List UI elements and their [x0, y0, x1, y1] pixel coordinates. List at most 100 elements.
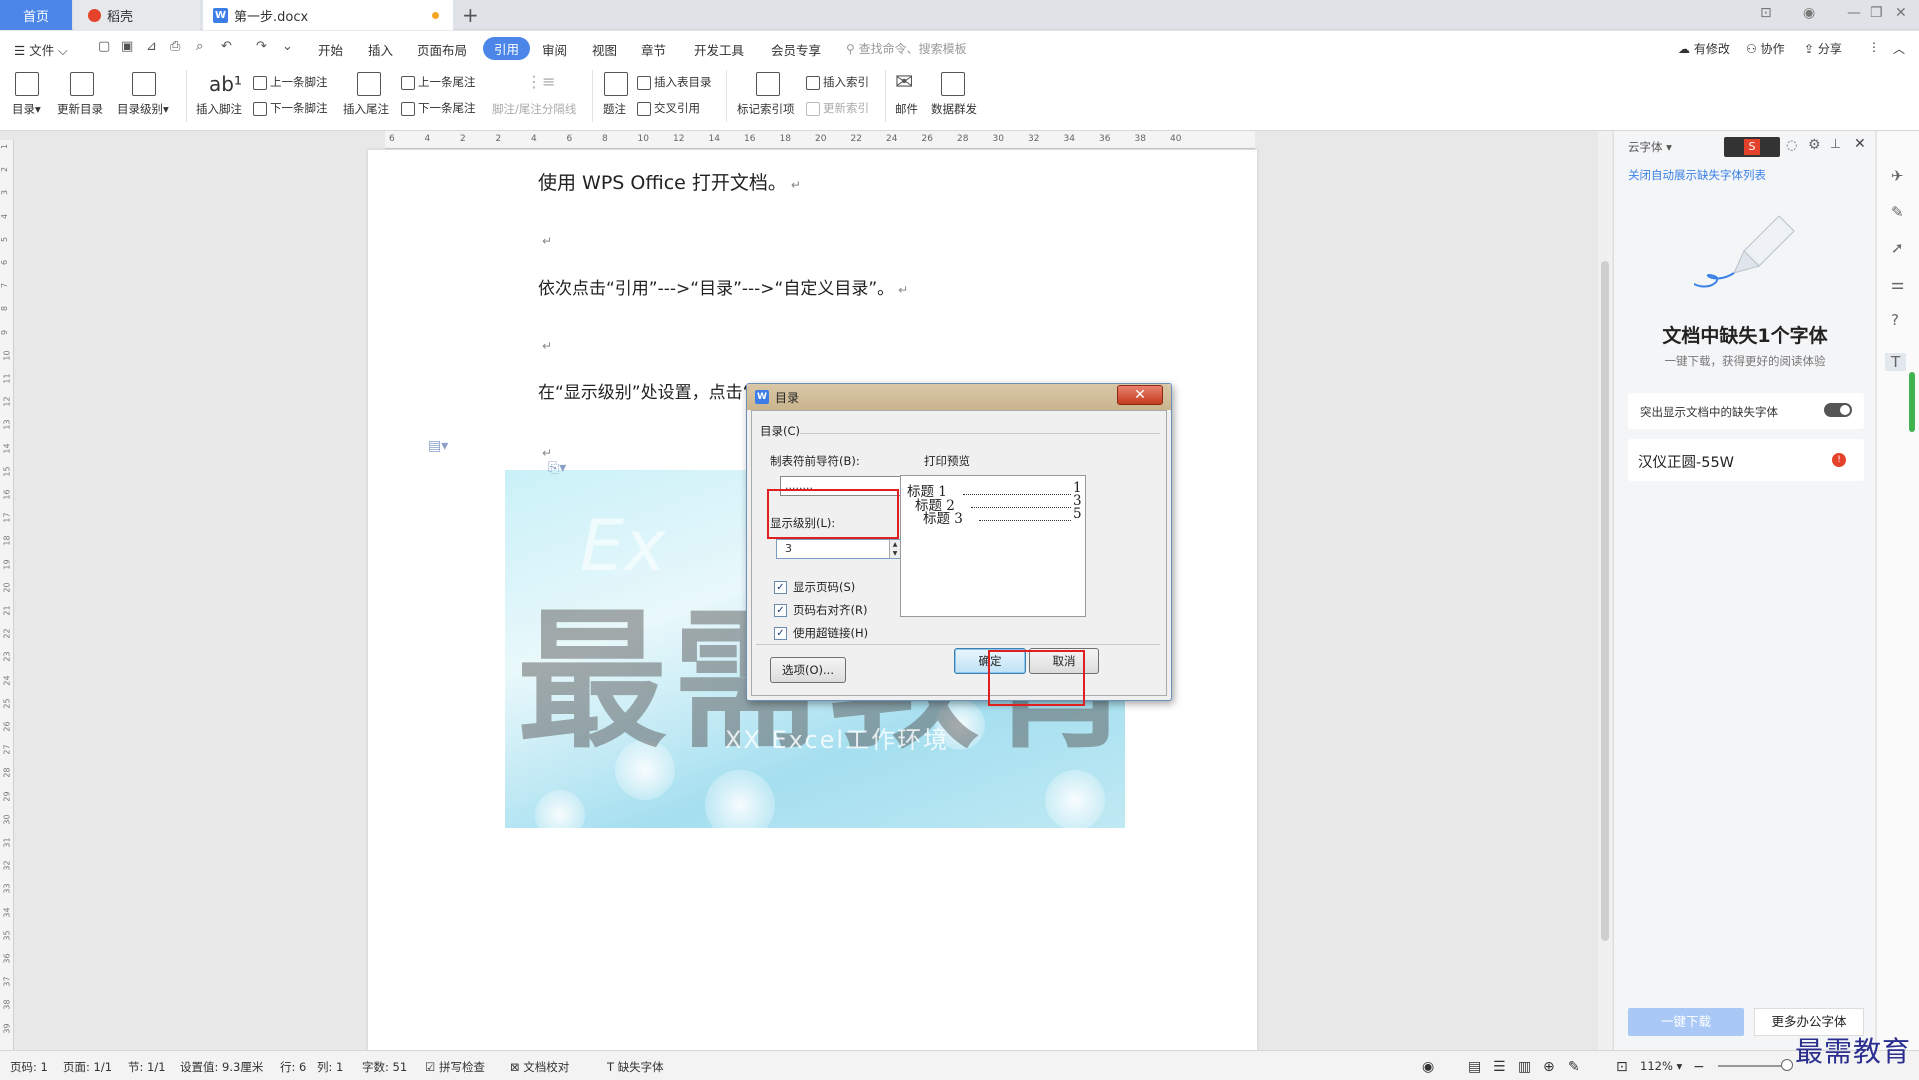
page-view-icon[interactable]: ▤	[1468, 1059, 1481, 1075]
insert-table-toc-button[interactable]: 插入表目录	[637, 74, 712, 90]
menu-developer[interactable]: 开发工具	[694, 40, 744, 59]
mail-merge-button[interactable]: 数据群发	[931, 101, 977, 117]
fit-page-icon[interactable]: ⊡	[1616, 1059, 1628, 1075]
scrollbar-thumb[interactable]	[1601, 261, 1609, 941]
outline-view-icon[interactable]: ☰	[1493, 1059, 1506, 1075]
toc-level-button[interactable]: 目录级别▾	[117, 101, 169, 117]
tab-document[interactable]: W 第一步.docx	[203, 0, 453, 30]
level-spinner[interactable]: 3 ▲ ▼	[776, 539, 901, 559]
file-menu[interactable]: ☰ 文件 ⌵	[14, 40, 68, 59]
prev-footnote-button[interactable]: 上一条脚注	[253, 74, 328, 90]
zoom-out-icon[interactable]: −	[1693, 1059, 1705, 1075]
empty-paragraph[interactable]: ↵	[538, 440, 552, 462]
tab-home[interactable]: 首页	[0, 0, 72, 30]
show-page-checkbox[interactable]: ✓ 显示页码(S)	[774, 579, 855, 595]
chat-icon[interactable]: ◌	[1786, 138, 1797, 153]
avatar[interactable]: ◉	[1803, 5, 1815, 21]
share-button[interactable]: ⇪ 分享	[1804, 40, 1842, 57]
prev-endnote-button[interactable]: 上一条尾注	[401, 74, 476, 90]
more-quick-icon[interactable]: ⌄	[282, 39, 293, 54]
hyperlink-checkbox[interactable]: ✓ 使用超链接(H)	[774, 625, 868, 641]
update-toc-button[interactable]: 更新目录	[57, 101, 103, 117]
insert-footnote-button[interactable]: 插入脚注	[196, 101, 242, 117]
rocket-icon[interactable]: ✈	[1891, 167, 1904, 185]
spinner-arrows-icon[interactable]: ▲ ▼	[889, 540, 900, 558]
caption-icon[interactable]	[604, 72, 628, 96]
close-window-icon[interactable]: ✕	[1895, 5, 1907, 21]
status-words[interactable]: 字数: 51	[362, 1059, 407, 1075]
paste-options-icon[interactable]: ⎘▾	[548, 460, 566, 476]
command-search[interactable]: ⚲ 查找命令、搜索模板	[846, 40, 967, 57]
mark-index-button[interactable]: 标记索引项	[737, 101, 795, 117]
new-tab-icon[interactable]: +	[462, 3, 479, 27]
print-icon[interactable]: ⎙	[170, 39, 180, 54]
menu-review[interactable]: 审阅	[542, 40, 567, 59]
collapse-ribbon-icon[interactable]: ︿	[1893, 40, 1905, 57]
doc-paragraph-1[interactable]: 使用 WPS Office 打开文档。 ↵	[538, 168, 801, 195]
toc-icon[interactable]	[15, 72, 39, 96]
next-endnote-button[interactable]: 下一条尾注	[401, 100, 476, 116]
format-painter-icon[interactable]: ⊿	[146, 39, 157, 54]
collab-button[interactable]: ⚇ 协作	[1746, 40, 1785, 57]
dialog-titlebar[interactable]: W 目录 ✕	[747, 384, 1171, 410]
zoom-slider[interactable]	[1718, 1065, 1788, 1067]
insert-endnote-button[interactable]: 插入尾注	[343, 101, 389, 117]
restore-icon[interactable]: ❐	[1870, 5, 1883, 21]
close-auto-show-link[interactable]: 关闭自动展示缺失字体列表	[1628, 167, 1766, 183]
menu-references[interactable]: 引用	[483, 37, 531, 60]
menu-start[interactable]: 开始	[318, 40, 343, 59]
toc-button[interactable]: 目录▾	[12, 101, 41, 117]
layout-icon[interactable]: ⊡	[1760, 5, 1772, 21]
toc-level-icon[interactable]	[132, 72, 156, 96]
changes-button[interactable]: ☁ 有修改	[1678, 40, 1730, 57]
write-view-icon[interactable]: ✎	[1568, 1059, 1580, 1075]
paragraph-options-icon[interactable]: ▤▾	[428, 438, 448, 454]
print-preview-icon[interactable]: ⌕	[196, 39, 203, 54]
pen-icon[interactable]: ✎	[1891, 203, 1904, 221]
reading-view-icon[interactable]: ▥	[1518, 1059, 1531, 1075]
caption-button[interactable]: 题注	[603, 101, 626, 117]
eye-icon[interactable]: ◉	[1422, 1059, 1434, 1075]
undo-icon[interactable]: ↶	[221, 39, 232, 54]
font-icon[interactable]: T	[1885, 353, 1907, 371]
empty-paragraph[interactable]: ↵	[538, 228, 552, 250]
mail-icon[interactable]: ✉	[895, 70, 913, 95]
right-align-checkbox[interactable]: ✓ 页码右对齐(R)	[774, 602, 867, 618]
document-scrollbar[interactable]	[1598, 131, 1612, 1050]
help-icon[interactable]: ?	[1891, 311, 1899, 329]
menu-layout[interactable]: 页面布局	[417, 40, 467, 59]
save-icon[interactable]: ▣	[121, 39, 133, 54]
cross-ref-button[interactable]: 交叉引用	[637, 100, 700, 116]
cursor-icon[interactable]: ➚	[1891, 239, 1904, 257]
sliders-icon[interactable]: ⚌	[1891, 275, 1904, 293]
endnote-icon[interactable]	[357, 72, 381, 96]
mail-button[interactable]: 邮件	[895, 101, 918, 117]
proof-button[interactable]: ⊠ 文档校对	[510, 1059, 569, 1075]
zoom-slider-knob[interactable]	[1781, 1059, 1793, 1071]
gear-icon[interactable]: ⚙	[1808, 137, 1821, 153]
footnote-icon[interactable]: ab¹	[209, 72, 242, 96]
redo-icon[interactable]: ↷	[256, 39, 267, 54]
insert-index-button[interactable]: 插入索引	[806, 74, 869, 90]
menu-member[interactable]: 会员专享	[771, 40, 821, 59]
pin-icon[interactable]: ⊥	[1830, 137, 1841, 152]
spell-check-button[interactable]: ☑ 拼写检查	[425, 1059, 485, 1075]
missing-font-button[interactable]: T 缺失字体	[607, 1059, 664, 1075]
new-doc-icon[interactable]: ▢	[98, 39, 110, 54]
download-all-button[interactable]: 一键下载	[1628, 1008, 1744, 1036]
dialog-close-button[interactable]: ✕	[1117, 385, 1163, 405]
tab-daoke[interactable]: 稻壳	[74, 0, 200, 30]
options-button[interactable]: 选项(O)...	[770, 657, 846, 683]
highlight-missing-toggle[interactable]	[1824, 403, 1852, 417]
mail-merge-icon[interactable]	[941, 72, 965, 96]
more-menu-icon[interactable]: ⋮	[1868, 40, 1880, 54]
minimize-icon[interactable]: —	[1847, 5, 1861, 21]
ime-toolbar[interactable]: S	[1724, 137, 1780, 157]
menu-section[interactable]: 章节	[641, 40, 666, 59]
cloud-font-dropdown[interactable]: 云字体 ▾	[1628, 139, 1672, 155]
update-toc-icon[interactable]	[70, 72, 94, 96]
menu-view[interactable]: 视图	[592, 40, 617, 59]
next-footnote-button[interactable]: 下一条脚注	[253, 100, 328, 116]
web-view-icon[interactable]: ⊕	[1543, 1059, 1555, 1075]
close-panel-icon[interactable]: ✕	[1854, 136, 1866, 152]
